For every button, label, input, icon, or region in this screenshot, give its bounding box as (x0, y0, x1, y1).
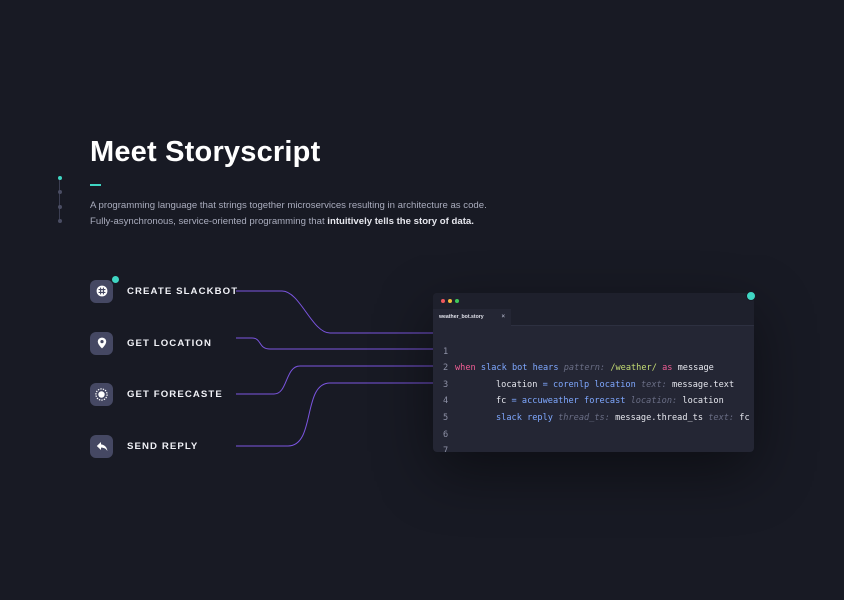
code-line: 1 when slack bot hears pattern: /weather… (433, 327, 754, 374)
step-label: GET FORECASTE (127, 388, 223, 400)
maximize-window-icon[interactable] (455, 299, 459, 303)
step-label: CREATE SLACKBOT (127, 285, 239, 297)
close-window-icon[interactable] (441, 299, 445, 303)
editor-status-dot (746, 291, 756, 301)
tab-close-icon[interactable]: × (501, 309, 505, 326)
sun-icon (95, 387, 108, 401)
page: Meet Storyscript A programming language … (0, 0, 844, 600)
step-icon-box (90, 434, 113, 458)
line-number: 7 (443, 446, 449, 452)
step-get-location[interactable]: GET LOCATION (90, 331, 212, 355)
code-line: 2 location = corenlp location text: mess… (433, 344, 754, 390)
editor-tabbar: weather_bot.story × (433, 309, 754, 326)
code-line: 7 (433, 427, 754, 452)
step-icon-box (90, 331, 113, 355)
minimize-window-icon[interactable] (448, 299, 452, 303)
step-label: SEND REPLY (127, 440, 199, 452)
step-icon-box (90, 274, 120, 303)
editor-tab[interactable]: weather_bot.story × (433, 309, 511, 326)
editor-titlebar (433, 293, 754, 309)
step-status-dot (111, 274, 120, 284)
editor-tab-filename: weather_bot.story (439, 314, 484, 320)
code-area[interactable]: 1 when slack bot hears pattern: /weather… (433, 327, 754, 452)
code-line: 3 fc = accuweather forecast location: lo… (433, 360, 754, 407)
step-label: GET LOCATION (127, 337, 212, 349)
slack-icon (96, 285, 107, 297)
step-get-forecaste[interactable]: GET FORECASTE (90, 382, 223, 406)
reply-icon (96, 441, 107, 451)
step-create-slackbot[interactable]: CREATE SLACKBOT (90, 274, 239, 303)
connector-create-slackbot (236, 290, 440, 334)
code-line: 4 slack reply thread_ts: message.thread_… (433, 377, 754, 423)
step-icon-box (90, 382, 113, 406)
code-line: 6 (433, 410, 754, 440)
location-pin-icon (97, 337, 106, 349)
code-line: 5 (433, 393, 754, 423)
code-editor-window: weather_bot.story × 1 when slack bot hea… (433, 293, 754, 452)
step-send-reply[interactable]: SEND REPLY (90, 434, 198, 458)
